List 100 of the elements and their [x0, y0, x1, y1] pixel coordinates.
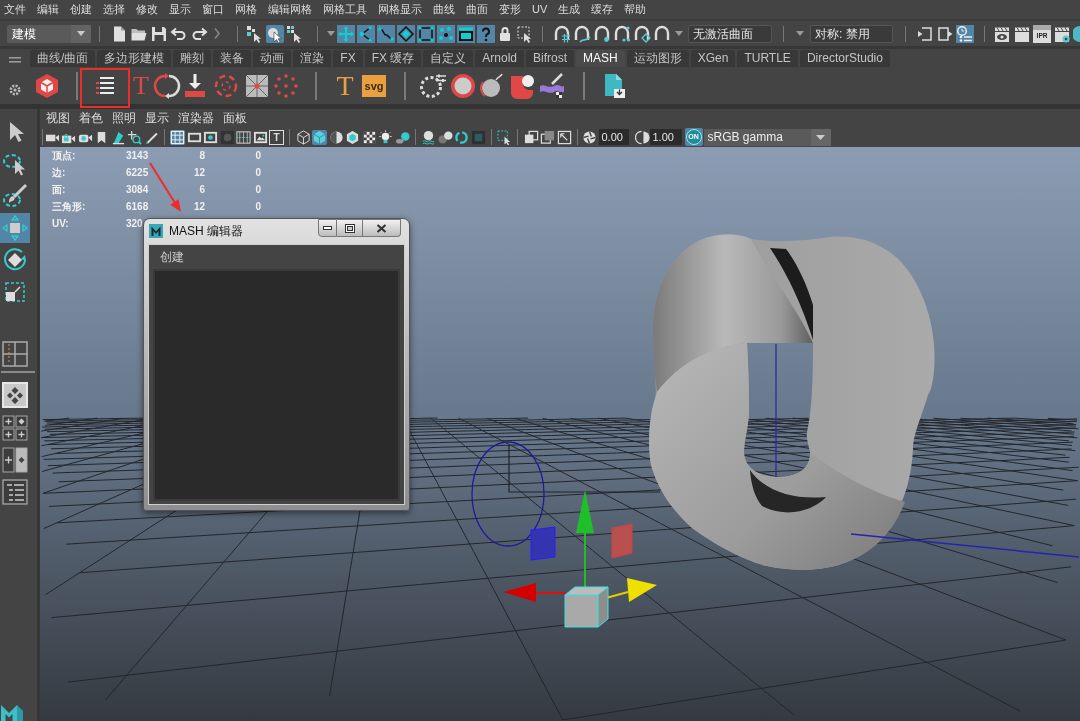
sphere-waves-icon[interactable]	[421, 129, 436, 145]
menu-item[interactable]: 网格显示	[378, 1, 422, 18]
menu-item[interactable]: 显示	[145, 109, 169, 127]
maximize-icon[interactable]	[344, 223, 355, 233]
half-circle-icon[interactable]	[634, 129, 650, 145]
view-transform-dropdown[interactable]: sRGB gamma	[703, 128, 831, 146]
grid-icon[interactable]	[170, 129, 185, 145]
menu-item[interactable]: 编辑	[37, 1, 59, 18]
circular-arrows-icon[interactable]	[153, 71, 181, 100]
pan-zoom-icon[interactable]	[127, 129, 142, 145]
live-surface-field[interactable]: 无激活曲面	[688, 24, 772, 43]
clapperboard-gear-icon[interactable]	[1053, 24, 1071, 43]
clapperboard-icon[interactable]	[457, 24, 475, 43]
menu-item[interactable]: 修改	[136, 1, 158, 18]
checker-icon[interactable]	[361, 129, 377, 145]
dot-ring-icon[interactable]	[272, 71, 300, 100]
magnet-curve-icon[interactable]	[573, 24, 591, 43]
frame-icon[interactable]	[203, 129, 218, 145]
close-icon[interactable]	[376, 223, 387, 233]
menu-item[interactable]: 生成	[558, 1, 581, 18]
shelf-tab[interactable]: 装备	[213, 50, 252, 67]
wireframe-cube-icon[interactable]	[295, 129, 311, 145]
menu-item[interactable]: 视图	[46, 109, 70, 127]
stacked-squares-icon[interactable]	[540, 129, 555, 145]
menu-item[interactable]: 渲染器	[178, 109, 214, 127]
menu-item[interactable]: 面板	[223, 109, 247, 127]
shelf-tab[interactable]: 运动图形	[626, 50, 689, 67]
menu-item[interactable]: 创建	[70, 1, 92, 18]
shelf-tab[interactable]: Bifrost	[526, 50, 575, 67]
handle-icon[interactable]	[8, 55, 22, 65]
ring-icon[interactable]	[454, 129, 469, 145]
title-safe-button[interactable]: T	[269, 129, 284, 145]
brush-icon[interactable]	[538, 71, 566, 100]
input-arrow-icon[interactable]	[916, 24, 934, 43]
component-select-icon[interactable]	[286, 24, 304, 43]
field-chart-icon[interactable]	[236, 129, 251, 145]
minimize-icon[interactable]	[323, 226, 332, 230]
four-view-layout-icon[interactable]	[2, 415, 28, 441]
dashed-select-icon[interactable]	[516, 24, 534, 43]
clapperboard-eye-icon[interactable]	[993, 24, 1011, 43]
shelf-tab[interactable]: 多边形建模	[97, 50, 172, 67]
shelf-tab[interactable]: XGen	[690, 50, 736, 67]
menu-item[interactable]: UV	[532, 1, 548, 18]
hierarchy-select-icon[interactable]	[246, 24, 264, 43]
shelf-tab[interactable]: DirectorStudio	[799, 50, 890, 67]
shelf-tab[interactable]: FX 缓存	[364, 50, 422, 67]
menu-item[interactable]: 缓存	[591, 1, 614, 18]
gamma-field[interactable]: 1.00	[649, 129, 682, 145]
shelf-tab[interactable]: FX	[333, 50, 363, 67]
light-bulb-icon[interactable]	[378, 129, 393, 145]
single-view-layout-icon[interactable]	[2, 382, 28, 408]
symmetry-dropdown[interactable]: 对称: 禁用	[810, 24, 893, 43]
output-arrow-icon[interactable]	[936, 24, 954, 43]
caret-icon[interactable]	[327, 31, 335, 36]
minimize-button[interactable]	[318, 219, 337, 237]
move-cross-icon[interactable]	[337, 24, 355, 43]
menu-item[interactable]: 着色	[79, 109, 103, 127]
menu-item[interactable]: 显示	[169, 1, 191, 18]
menu-item[interactable]: 网格	[235, 1, 257, 18]
arrow-square-icon[interactable]	[556, 129, 572, 145]
overlap-squares-icon[interactable]	[523, 129, 539, 145]
dashed-select-icon[interactable]	[497, 129, 512, 145]
shelf-tab[interactable]: 动画	[253, 50, 292, 67]
menu-item[interactable]: 曲面	[466, 1, 488, 18]
clapperboard-icon[interactable]	[1013, 24, 1031, 43]
settings-icon[interactable]	[8, 83, 22, 97]
menu-item[interactable]: 文件	[4, 1, 26, 18]
joint-icon[interactable]	[357, 24, 375, 43]
shelf-tab[interactable]: 自定义	[423, 50, 474, 67]
shelf-tab[interactable]: MASH	[576, 50, 625, 67]
close-button[interactable]	[363, 219, 401, 237]
shelf-tab[interactable]: 雕刻	[173, 50, 212, 67]
picture-icon[interactable]	[252, 129, 268, 145]
outliner-layout-icon[interactable]	[2, 479, 28, 505]
menu-item[interactable]: 照明	[112, 109, 136, 127]
spheres-icon[interactable]	[437, 129, 453, 145]
aperture-icon[interactable]	[581, 129, 597, 145]
cube-icon[interactable]	[33, 71, 61, 100]
text-tool-button[interactable]: T	[331, 71, 359, 100]
exposure-field[interactable]: 0.00	[598, 129, 629, 145]
shelf-tab[interactable]: Arnold	[475, 50, 525, 67]
square-points-icon[interactable]	[417, 24, 435, 43]
sphere-shadow-icon[interactable]	[394, 129, 410, 145]
menu-item[interactable]: 编辑网格	[268, 1, 312, 18]
caret-icon[interactable]	[675, 31, 683, 36]
caret-icon[interactable]	[816, 134, 825, 140]
two-view-layout-icon[interactable]	[2, 447, 28, 473]
half-shaded-sphere-icon[interactable]	[328, 129, 344, 145]
move-manipulator[interactable]	[503, 490, 657, 628]
save-icon[interactable]	[150, 24, 168, 43]
menu-item[interactable]: 帮助	[624, 1, 647, 18]
magnet-point-icon[interactable]	[593, 24, 611, 43]
clock-list-icon[interactable]	[956, 24, 974, 43]
svg-button[interactable]: svg	[362, 74, 386, 97]
menu-item[interactable]: 曲线	[433, 1, 455, 18]
diamond-icon[interactable]	[397, 24, 415, 43]
shelf-tab[interactable]: 曲线/曲面	[30, 50, 96, 67]
shelf-tab[interactable]: 渲染	[293, 50, 332, 67]
magnet-grid-icon[interactable]	[553, 24, 571, 43]
plane-icon[interactable]	[110, 129, 126, 145]
